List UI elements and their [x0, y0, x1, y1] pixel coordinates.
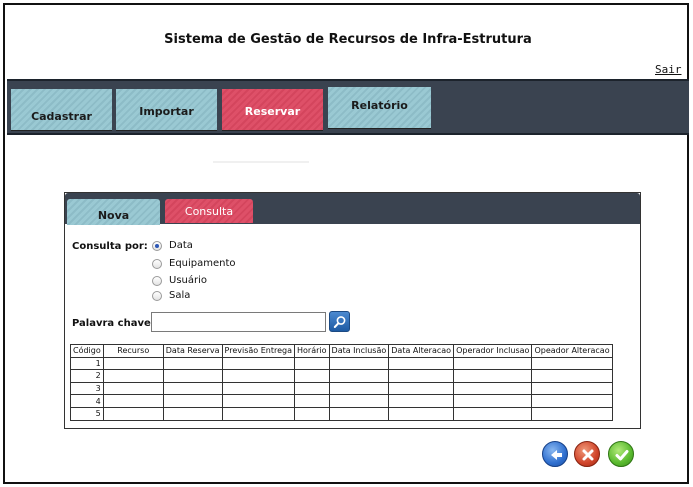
table-cell[interactable]: [453, 369, 533, 383]
tab-consulta[interactable]: Consulta: [165, 199, 253, 223]
table-row[interactable]: 4: [70, 394, 613, 408]
radio-usuario[interactable]: Usuário: [152, 275, 207, 286]
col-recurso: Recurso: [102, 344, 164, 358]
table-cell[interactable]: [388, 356, 455, 371]
app-window: Sistema de Gestão de Recursos de Infra-E…: [3, 3, 689, 484]
table-cell[interactable]: [162, 406, 223, 421]
table-row[interactable]: 2: [70, 369, 613, 383]
radio-sala[interactable]: Sala: [152, 290, 190, 301]
table-cell[interactable]: [388, 381, 455, 396]
query-by-label: Consulta por:: [72, 241, 148, 252]
table-cell[interactable]: [102, 381, 164, 396]
results-table: Código Recurso Data Reserva Previsão Ent…: [70, 344, 613, 421]
table-cell[interactable]: [221, 369, 296, 383]
tab-nova[interactable]: Nova: [67, 199, 160, 225]
table-cell[interactable]: [102, 406, 164, 421]
row-number: 2: [70, 369, 104, 383]
table-cell[interactable]: [102, 356, 164, 371]
page-title: Sistema de Gestão de Recursos de Infra-E…: [164, 32, 532, 47]
table-cell[interactable]: [328, 369, 390, 383]
radio-button[interactable]: [152, 290, 162, 301]
nav-item-relatorio[interactable]: Relatório: [328, 87, 431, 129]
back-button[interactable]: [542, 441, 568, 467]
radio-label: Data: [169, 240, 193, 251]
panel-tab-bar: Nova Consulta: [65, 193, 640, 225]
table-cell[interactable]: [294, 381, 330, 396]
table-cell[interactable]: [328, 394, 390, 408]
radio-label: Sala: [169, 290, 191, 301]
radio-button-selected[interactable]: [152, 240, 162, 251]
nav-item-importar[interactable]: Importar: [116, 89, 217, 131]
table-cell[interactable]: [294, 406, 330, 421]
table-cell[interactable]: [162, 356, 223, 371]
table-cell[interactable]: [388, 406, 455, 421]
row-number: 1: [70, 356, 104, 371]
cancel-button[interactable]: [574, 441, 600, 467]
table-cell[interactable]: [453, 394, 533, 408]
radio-label: Equipamento: [169, 258, 236, 269]
nav-item-reservar[interactable]: Reservar: [222, 89, 323, 131]
faint-divider: [213, 161, 309, 163]
magnifier-icon: [333, 316, 346, 328]
arrow-left-icon: [551, 450, 562, 460]
keyword-input[interactable]: [151, 312, 326, 332]
col-codigo: Código: [70, 344, 104, 358]
table-header-row: Código Recurso Data Reserva Previsão Ent…: [70, 344, 613, 358]
table-cell[interactable]: [221, 356, 296, 371]
table-cell[interactable]: [531, 394, 613, 408]
col-operador-alteracao: Opeador Alteracao: [531, 344, 613, 358]
col-previsao-entrega: Previsão Entrega: [221, 344, 296, 358]
table-cell[interactable]: [294, 356, 330, 371]
row-number: 4: [70, 394, 104, 408]
confirm-button[interactable]: [608, 441, 634, 467]
table-cell[interactable]: [453, 356, 533, 371]
col-data-reserva: Data Reserva: [162, 344, 223, 358]
radio-button[interactable]: [152, 275, 162, 286]
radio-label: Usuário: [169, 275, 208, 286]
table-cell[interactable]: [328, 381, 390, 396]
table-cell[interactable]: [221, 394, 296, 408]
x-icon: [582, 449, 594, 461]
reservation-panel: Nova Consulta Consulta por: Data Equipam…: [64, 192, 641, 429]
table-row[interactable]: 5: [70, 406, 613, 421]
table-cell[interactable]: [531, 356, 613, 371]
table-cell[interactable]: [388, 369, 455, 383]
table-row[interactable]: 1: [70, 356, 613, 371]
row-number: 5: [70, 406, 104, 421]
table-cell[interactable]: [162, 369, 223, 383]
col-data-inclusao: Data Inclusão: [328, 344, 390, 358]
radio-button[interactable]: [152, 258, 162, 269]
keyword-label: Palavra chave:: [72, 318, 155, 329]
checkmark-icon: [615, 450, 629, 461]
table-row[interactable]: 3: [70, 381, 613, 396]
table-cell[interactable]: [453, 406, 533, 421]
table-cell[interactable]: [162, 381, 223, 396]
table-cell[interactable]: [388, 394, 455, 408]
table-cell[interactable]: [328, 406, 390, 421]
row-number: 3: [70, 381, 104, 396]
table-cell[interactable]: [294, 394, 330, 408]
table-cell[interactable]: [221, 381, 296, 396]
logout-link[interactable]: Sair: [655, 63, 682, 76]
table-cell[interactable]: [221, 406, 296, 421]
table-cell[interactable]: [102, 394, 164, 408]
table-cell[interactable]: [531, 406, 613, 421]
table-cell[interactable]: [531, 381, 613, 396]
col-data-alteracao: Data Alteracao: [388, 344, 455, 358]
main-navbar: Cadastrar Importar Reservar Relatório: [7, 79, 689, 135]
table-cell[interactable]: [453, 381, 533, 396]
nav-item-cadastrar[interactable]: Cadastrar: [11, 89, 112, 131]
table-cell[interactable]: [162, 394, 223, 408]
radio-data[interactable]: Data: [152, 240, 193, 251]
table-cell[interactable]: [328, 356, 390, 371]
table-cell[interactable]: [102, 369, 164, 383]
search-button[interactable]: [329, 311, 350, 332]
table-cell[interactable]: [531, 369, 613, 383]
col-operador-inclusao: Operador Inclusao: [453, 344, 533, 358]
table-cell[interactable]: [294, 369, 330, 383]
col-horario: Horário: [294, 344, 330, 358]
radio-equipamento[interactable]: Equipamento: [152, 258, 236, 269]
